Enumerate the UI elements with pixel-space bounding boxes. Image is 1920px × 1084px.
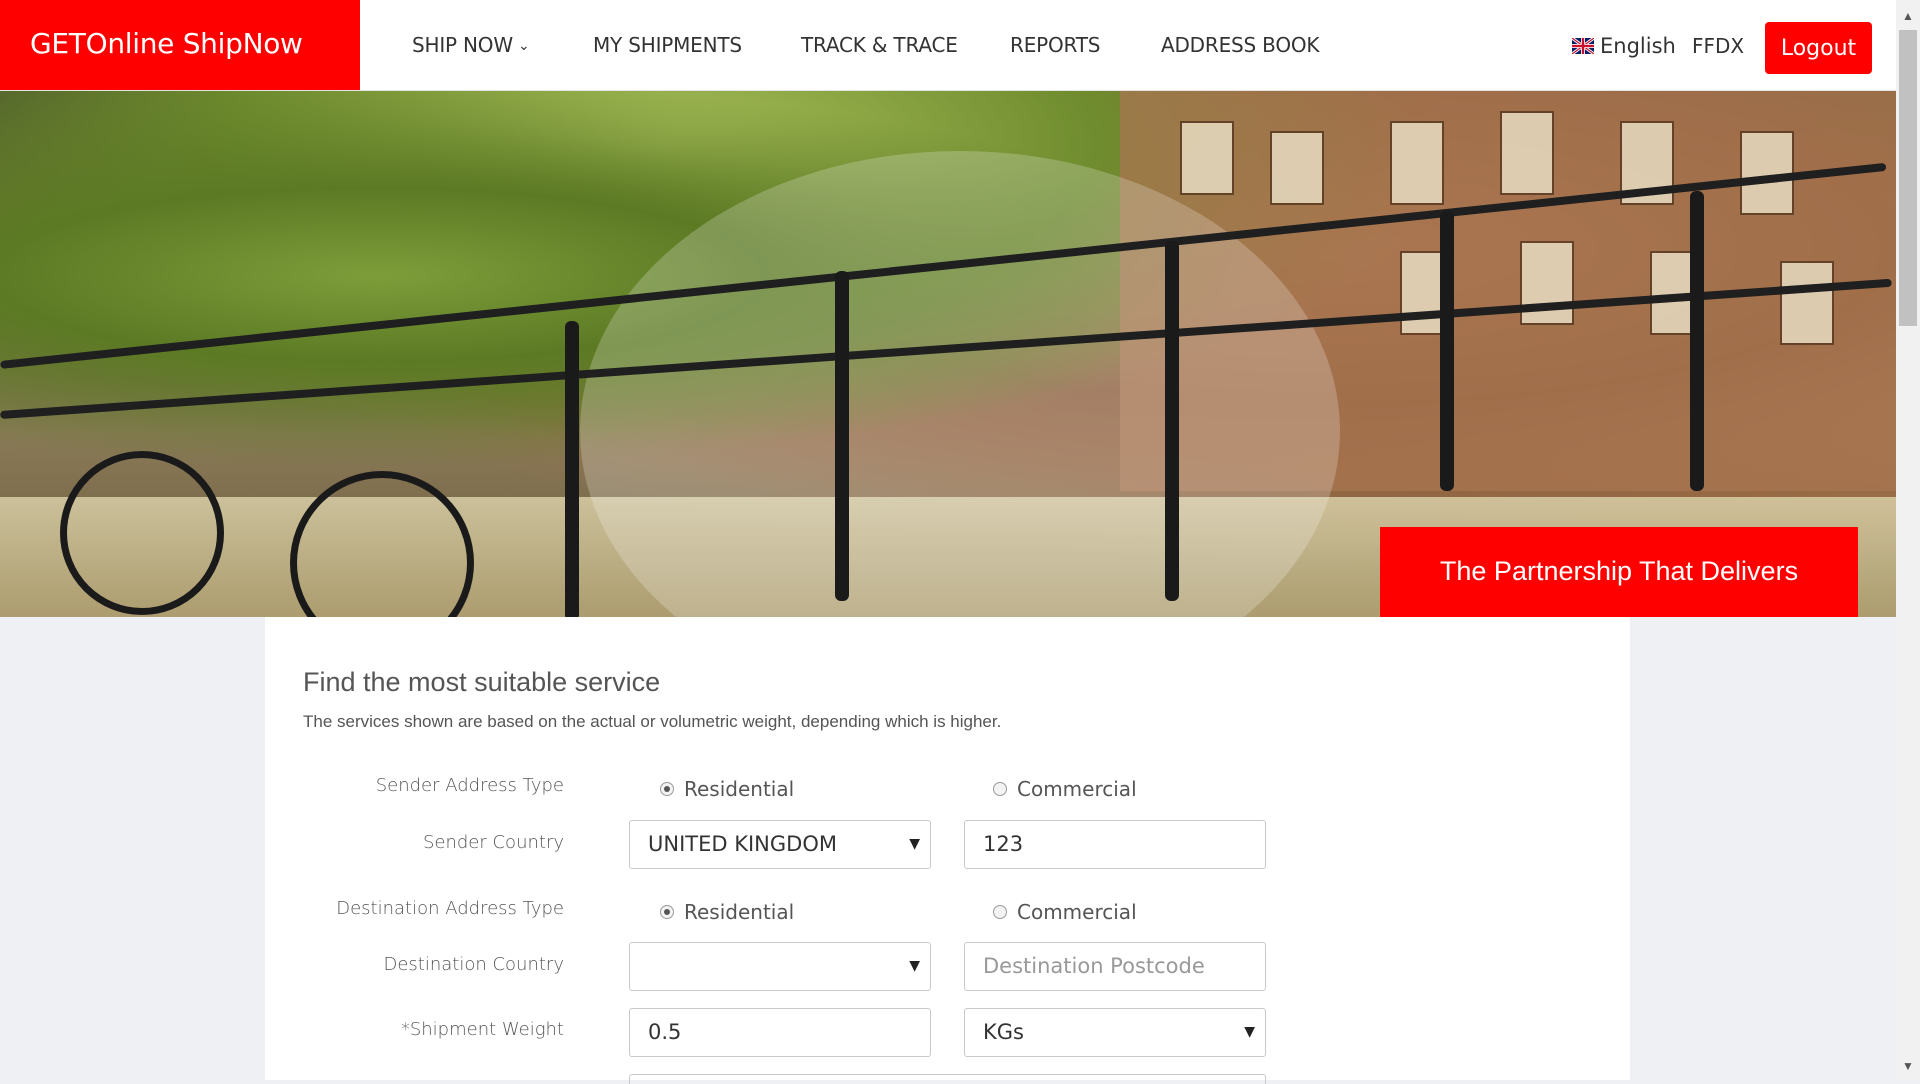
hero-post xyxy=(565,321,579,617)
hero-window xyxy=(1390,121,1444,205)
sender-residential-radio[interactable]: Residential xyxy=(660,777,794,801)
radio-unselected-icon xyxy=(993,782,1007,796)
nav-address-book[interactable]: ADDRESS BOOK xyxy=(1161,0,1320,90)
hero-window xyxy=(1180,121,1234,195)
nav-ship-now[interactable]: SHIP NOW ⌄ xyxy=(412,0,530,91)
radio-selected-icon xyxy=(660,782,674,796)
logout-button[interactable]: Logout xyxy=(1765,22,1872,74)
scroll-down-arrow-icon[interactable]: ▼ xyxy=(1896,1054,1920,1078)
user-account[interactable]: FFDX xyxy=(1692,0,1744,92)
next-field-partial[interactable] xyxy=(629,1074,1266,1084)
shipment-weight-input[interactable]: 0.5 xyxy=(629,1008,931,1057)
sender-commercial-radio[interactable]: Commercial xyxy=(993,777,1137,801)
sender-postcode-input[interactable]: 123 xyxy=(964,820,1266,869)
nav-reports[interactable]: REPORTS xyxy=(1010,0,1100,90)
dropdown-arrow-icon: ▼ xyxy=(1244,1024,1255,1040)
dropdown-arrow-icon: ▼ xyxy=(909,836,920,852)
destination-residential-radio[interactable]: Residential xyxy=(660,900,794,924)
scroll-up-arrow-icon[interactable]: ▲ xyxy=(1896,4,1920,28)
sender-address-type-label: Sender Address Type xyxy=(375,775,564,796)
nav-ship-now-label: SHIP NOW xyxy=(412,33,513,57)
destination-country-label: Destination Country xyxy=(383,954,564,975)
chevron-down-icon: ⌄ xyxy=(517,38,530,54)
language-selector[interactable]: English xyxy=(1572,0,1676,92)
hero-bicycle-wheel xyxy=(60,451,224,615)
hero-bicycle-wheel xyxy=(290,471,474,617)
shipment-weight-label: *Shipment Weight xyxy=(400,1019,564,1040)
top-header: GETOnline ShipNow SHIP NOW ⌄ MY SHIPMENTS… xyxy=(0,0,1896,91)
nav-track-trace[interactable]: TRACK & TRACE xyxy=(801,0,958,90)
radio-unselected-icon xyxy=(993,905,1007,919)
page-title: Find the most suitable service xyxy=(303,667,661,697)
scrollbar-thumb[interactable] xyxy=(1899,30,1917,326)
weight-unit-value: KGs xyxy=(983,1020,1024,1044)
destination-country-select[interactable]: ▼ xyxy=(629,942,931,991)
page-subtitle: The services shown are based on the actu… xyxy=(303,712,1002,731)
hero-tagline: The Partnership That Delivers xyxy=(1380,527,1858,617)
hero-post xyxy=(1165,241,1179,601)
hero-post xyxy=(1440,211,1454,491)
dropdown-arrow-icon: ▼ xyxy=(909,958,920,974)
nav-my-shipments[interactable]: MY SHIPMENTS xyxy=(593,0,742,90)
destination-residential-label: Residential xyxy=(684,900,795,924)
hero-window xyxy=(1780,261,1834,345)
sender-country-select[interactable]: UNITED KINGDOM ▼ xyxy=(629,820,931,869)
service-finder-panel: Find the most suitable service The servi… xyxy=(265,617,1630,1084)
hero-window xyxy=(1520,241,1574,325)
sender-commercial-label: Commercial xyxy=(1017,777,1137,801)
destination-commercial-radio[interactable]: Commercial xyxy=(993,900,1137,924)
hero-post xyxy=(1690,191,1704,491)
hero-window xyxy=(1500,111,1554,195)
sender-country-label: Sender Country xyxy=(422,832,564,853)
uk-flag-icon xyxy=(1572,38,1594,54)
sender-country-value: UNITED KINGDOM xyxy=(648,832,837,856)
sender-residential-label: Residential xyxy=(684,777,795,801)
destination-postcode-input[interactable]: Destination Postcode xyxy=(964,942,1266,991)
weight-unit-select[interactable]: KGs ▼ xyxy=(964,1008,1266,1057)
hero-post xyxy=(835,271,849,601)
destination-commercial-label: Commercial xyxy=(1017,900,1137,924)
radio-selected-icon xyxy=(660,905,674,919)
language-label: English xyxy=(1600,34,1676,58)
destination-address-type-label: Destination Address Type xyxy=(336,898,564,919)
hero-window xyxy=(1270,131,1324,205)
brand-logo[interactable]: GETOnline ShipNow xyxy=(0,0,360,90)
